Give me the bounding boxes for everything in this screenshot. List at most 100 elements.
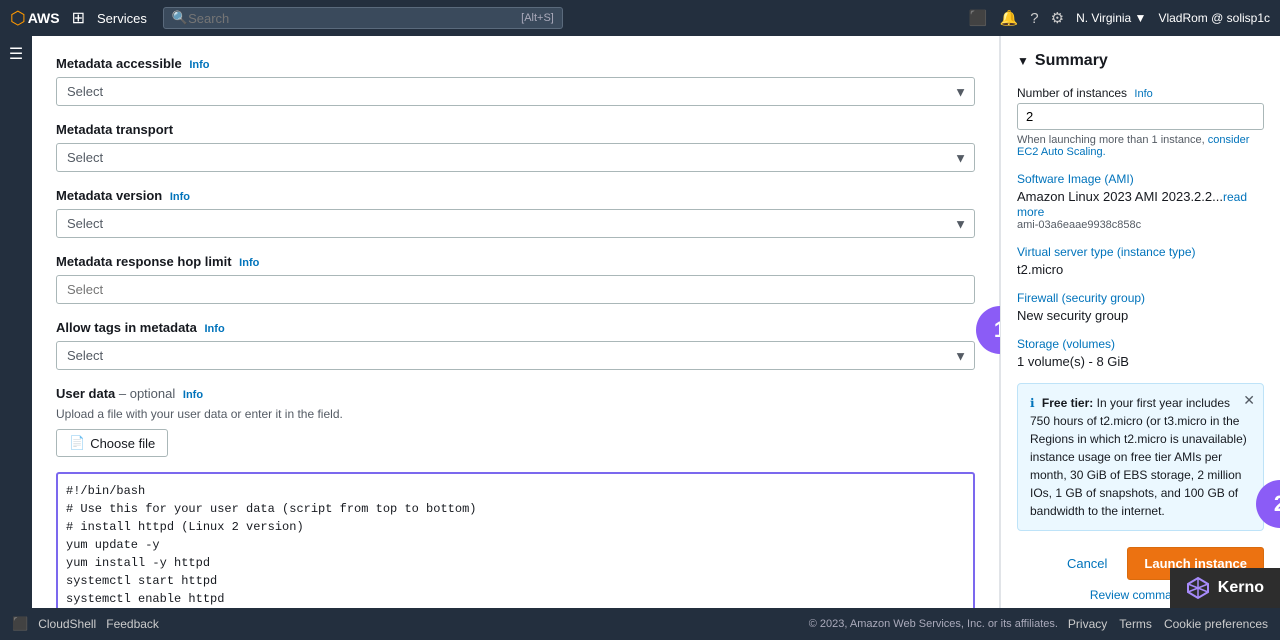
sidebar-menu-icon[interactable]: ☰ (9, 44, 23, 64)
software-image-value: Amazon Linux 2023 AMI 2023.2.2...read mo… (1017, 189, 1264, 219)
aws-logo-text: AWS (28, 10, 60, 26)
user-data-sub-label: Upload a file with your user data or ent… (56, 407, 975, 421)
virtual-server-label[interactable]: Virtual server type (instance type) (1017, 245, 1264, 259)
choose-file-label: Choose file (90, 436, 155, 451)
help-icon[interactable]: ? (1030, 10, 1038, 27)
user-data-group: User data – optional Info Upload a file … (56, 386, 975, 608)
nav-right: ⬛ 🔔 ? ⚙ N. Virginia ▼ VladRom @ solisp1c (969, 9, 1270, 27)
bottom-right-links: Privacy Terms Cookie preferences (1068, 617, 1268, 631)
user-data-text: User data (56, 386, 115, 401)
allow-tags-select[interactable]: Select (56, 341, 975, 370)
user-data-label: User data – optional Info (56, 386, 975, 401)
left-panel-wrapper: Metadata accessible Info Select ▼ Metada… (32, 36, 1000, 608)
metadata-hop-limit-group: Metadata response hop limit Info (56, 254, 975, 304)
free-tier-box: ✕ ℹ Free tier: In your first year includ… (1017, 383, 1264, 531)
search-input[interactable] (188, 11, 513, 26)
user-menu[interactable]: VladRom @ solisp1c (1158, 11, 1270, 25)
kerno-label: Kerno (1218, 579, 1264, 597)
storage-label[interactable]: Storage (volumes) (1017, 337, 1264, 351)
bottom-bar: ⬛ CloudShell Feedback © 2023, Amazon Web… (0, 608, 1280, 640)
allow-tags-select-wrapper: Select ▼ (56, 341, 975, 370)
aws-logo: ⬡ AWS (10, 8, 60, 29)
metadata-accessible-select-wrapper: Select ▼ (56, 77, 975, 106)
metadata-accessible-select[interactable]: Select (56, 77, 975, 106)
metadata-transport-text: Metadata transport (56, 122, 173, 137)
free-tier-text: ℹ Free tier: In your first year includes… (1030, 394, 1251, 520)
metadata-version-label: Metadata version Info (56, 188, 975, 203)
software-image-ami-id: ami-03a6eaae9938c858c (1017, 219, 1264, 231)
circle-2-label: 2 (1274, 491, 1280, 517)
terminal-icon[interactable]: ⬛ (969, 9, 988, 27)
summary-title: Summary (1035, 52, 1108, 70)
left-panel: Metadata accessible Info Select ▼ Metada… (32, 36, 1000, 608)
cookie-link[interactable]: Cookie preferences (1164, 617, 1268, 631)
metadata-hop-limit-label: Metadata response hop limit Info (56, 254, 975, 269)
user-data-info[interactable]: Info (183, 389, 203, 401)
services-link[interactable]: Services (97, 11, 147, 26)
allow-tags-info[interactable]: Info (205, 323, 225, 335)
metadata-transport-group: Metadata transport Select ▼ (56, 122, 975, 172)
metadata-version-group: Metadata version Info Select ▼ (56, 188, 975, 238)
free-tier-info-icon: ℹ (1030, 396, 1035, 410)
num-instances-label: Number of instances Info (1017, 86, 1264, 100)
metadata-transport-label: Metadata transport (56, 122, 975, 137)
instances-hint-prefix: When launching more than 1 instance, (1017, 134, 1205, 146)
right-panel-wrapper: ▼ Summary Number of instances Info When … (1000, 36, 1280, 608)
cloudshell-link[interactable]: CloudShell (38, 617, 96, 631)
firewall-value: New security group (1017, 308, 1264, 323)
kerno-watermark: Kerno (1170, 568, 1280, 608)
bell-icon[interactable]: 🔔 (1000, 9, 1019, 27)
metadata-accessible-group: Metadata accessible Info Select ▼ (56, 56, 975, 106)
storage-value: 1 volume(s) - 8 GiB (1017, 354, 1264, 369)
virtual-server-value: t2.micro (1017, 262, 1264, 277)
num-instances-info[interactable]: Info (1134, 88, 1152, 100)
num-instances-label-text: Number of instances (1017, 86, 1127, 100)
num-instances-field: Number of instances Info When launching … (1017, 86, 1264, 158)
main-container: Metadata accessible Info Select ▼ Metada… (32, 36, 1280, 608)
metadata-transport-select[interactable]: Select (56, 143, 975, 172)
region-selector[interactable]: N. Virginia ▼ (1076, 11, 1146, 25)
metadata-version-info[interactable]: Info (170, 191, 190, 203)
settings-icon[interactable]: ⚙ (1051, 9, 1064, 27)
firewall-label[interactable]: Firewall (security group) (1017, 291, 1264, 305)
search-shortcut: [Alt+S] (521, 12, 554, 24)
metadata-hop-limit-info[interactable]: Info (239, 257, 259, 269)
metadata-accessible-text: Metadata accessible (56, 56, 182, 71)
top-nav: ⬡ AWS ⊞ Services 🔍 [Alt+S] ⬛ 🔔 ? ⚙ N. Vi… (0, 0, 1280, 36)
user-data-optional: – optional (119, 386, 175, 401)
aws-icon: ⬡ (10, 8, 26, 29)
terms-link[interactable]: Terms (1119, 617, 1152, 631)
choose-file-button[interactable]: 📄 Choose file (56, 429, 168, 457)
firewall-field: Firewall (security group) New security g… (1017, 291, 1264, 323)
search-icon: 🔍 (172, 10, 188, 26)
allow-tags-text: Allow tags in metadata (56, 320, 197, 335)
metadata-accessible-info[interactable]: Info (189, 59, 209, 71)
right-panel: ▼ Summary Number of instances Info When … (1000, 36, 1280, 608)
software-image-field: Software Image (AMI) Amazon Linux 2023 A… (1017, 172, 1264, 231)
grid-icon[interactable]: ⊞ (72, 8, 85, 28)
cloudshell-icon: ⬛ (12, 616, 28, 632)
feedback-link[interactable]: Feedback (106, 617, 159, 631)
metadata-accessible-label: Metadata accessible Info (56, 56, 975, 71)
storage-field: Storage (volumes) 1 volume(s) - 8 GiB (1017, 337, 1264, 369)
user-data-textarea[interactable]: #!/bin/bash # Use this for your user dat… (56, 472, 975, 608)
summary-chevron: ▼ (1017, 54, 1029, 68)
free-tier-description: In your first year includes 750 hours of… (1030, 396, 1247, 518)
metadata-hop-limit-input[interactable] (56, 275, 975, 304)
free-tier-close-button[interactable]: ✕ (1243, 392, 1255, 409)
metadata-hop-limit-text: Metadata response hop limit (56, 254, 232, 269)
allow-tags-label: Allow tags in metadata Info (56, 320, 975, 335)
software-image-name: Amazon Linux 2023 AMI 2023.2.2... (1017, 189, 1223, 204)
cancel-button[interactable]: Cancel (1057, 550, 1117, 577)
privacy-link[interactable]: Privacy (1068, 617, 1107, 631)
search-bar[interactable]: 🔍 [Alt+S] (163, 7, 563, 29)
metadata-transport-select-wrapper: Select ▼ (56, 143, 975, 172)
summary-header: ▼ Summary (1017, 52, 1264, 70)
copyright-text: © 2023, Amazon Web Services, Inc. or its… (809, 618, 1058, 630)
allow-tags-group: Allow tags in metadata Info Select ▼ (56, 320, 975, 370)
metadata-version-select[interactable]: Select (56, 209, 975, 238)
num-instances-input[interactable] (1017, 103, 1264, 130)
software-image-label[interactable]: Software Image (AMI) (1017, 172, 1264, 186)
file-icon: 📄 (69, 435, 85, 451)
metadata-version-text: Metadata version (56, 188, 162, 203)
